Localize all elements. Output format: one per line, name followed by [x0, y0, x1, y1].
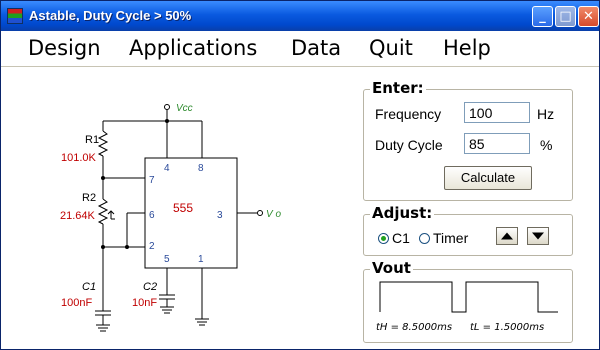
vo-terminal — [257, 210, 263, 216]
adjust-group: Adjust: C1 Timer — [363, 204, 573, 256]
decrease-button[interactable] — [527, 227, 549, 245]
menu-help[interactable]: Help — [443, 36, 491, 60]
pin-3-label: 3 — [217, 210, 223, 221]
chip-label: 555 — [173, 201, 193, 215]
main-content: Vcc R1 101.0K R2 21.64K C1 100nF C2 10nF… — [1, 67, 599, 349]
r2-resistor — [97, 198, 109, 225]
c2-label: C2 — [143, 281, 157, 293]
enter-group: Enter: Frequency Hz Duty Cycle % Calcula… — [363, 79, 573, 201]
calculate-button[interactable]: Calculate — [444, 166, 532, 190]
radio-c1-indicator[interactable] — [378, 232, 389, 244]
menu-bar: Design Applications Data Quit Help — [1, 31, 599, 67]
duty-cycle-unit: % — [540, 137, 553, 153]
increase-button[interactable] — [496, 227, 518, 245]
menu-quit[interactable]: Quit — [369, 36, 413, 60]
frequency-input[interactable] — [464, 102, 530, 123]
duty-cycle-input[interactable] — [464, 133, 530, 154]
tl-value: tL = 1.5000ms — [470, 322, 545, 333]
radio-c1-label: C1 — [392, 230, 410, 246]
pin-2-label: 2 — [149, 241, 155, 252]
menu-design[interactable]: Design — [28, 36, 101, 60]
radio-timer-label: Timer — [433, 230, 469, 246]
close-button[interactable]: ✕ — [578, 6, 599, 27]
c1-value: 100nF — [61, 297, 92, 309]
frequency-unit: Hz — [537, 106, 555, 122]
app-window: Astable, Duty Cycle > 50% _ □ ✕ Design A… — [0, 0, 600, 350]
minimize-button[interactable]: _ — [532, 6, 553, 27]
window-title: Astable, Duty Cycle > 50% — [29, 8, 192, 23]
arrow-down-icon — [532, 232, 544, 240]
r2-label: R2 — [82, 192, 96, 204]
adjust-title: Adjust: — [370, 204, 435, 222]
arrow-up-icon — [501, 232, 513, 240]
pin-4-label: 4 — [164, 163, 170, 174]
vcc-terminal — [164, 104, 170, 110]
vout-group: Vout tH = 8.5000ms tL = 1.5000ms — [363, 259, 573, 343]
r2-value: 21.64K — [60, 210, 96, 222]
r1-value: 101.0K — [61, 152, 97, 164]
menu-data[interactable]: Data — [291, 36, 341, 60]
circuit-schematic: Vcc R1 101.0K R2 21.64K C1 100nF C2 10nF… — [60, 103, 281, 332]
vout-title: Vout — [370, 259, 413, 277]
pin-8-label: 8 — [198, 163, 204, 174]
c2-value: 10nF — [132, 297, 157, 309]
r1-resistor — [97, 130, 109, 157]
vout-waveform — [379, 281, 558, 313]
pin-7-label: 7 — [149, 175, 155, 186]
vcc-label: Vcc — [176, 103, 193, 114]
title-bar[interactable]: Astable, Duty Cycle > 50% _ □ ✕ — [1, 1, 599, 31]
pin-5-label: 5 — [164, 254, 170, 265]
c1-label: C1 — [82, 281, 96, 293]
radio-timer-indicator[interactable] — [419, 232, 430, 244]
r1-label: R1 — [85, 134, 99, 146]
vo-label: V o — [266, 209, 281, 220]
pin-1-label: 1 — [198, 254, 204, 265]
maximize-button[interactable]: □ — [555, 6, 576, 27]
frequency-label: Frequency — [375, 106, 442, 122]
duty-cycle-label: Duty Cycle — [375, 137, 443, 153]
menu-applications[interactable]: Applications — [129, 36, 257, 60]
th-value: tH = 8.5000ms — [376, 322, 453, 333]
app-icon — [7, 8, 23, 24]
enter-title: Enter: — [370, 79, 426, 97]
radio-timer[interactable]: Timer — [419, 230, 468, 246]
pin-6-label: 6 — [149, 210, 155, 221]
radio-c1[interactable]: C1 — [378, 230, 410, 246]
